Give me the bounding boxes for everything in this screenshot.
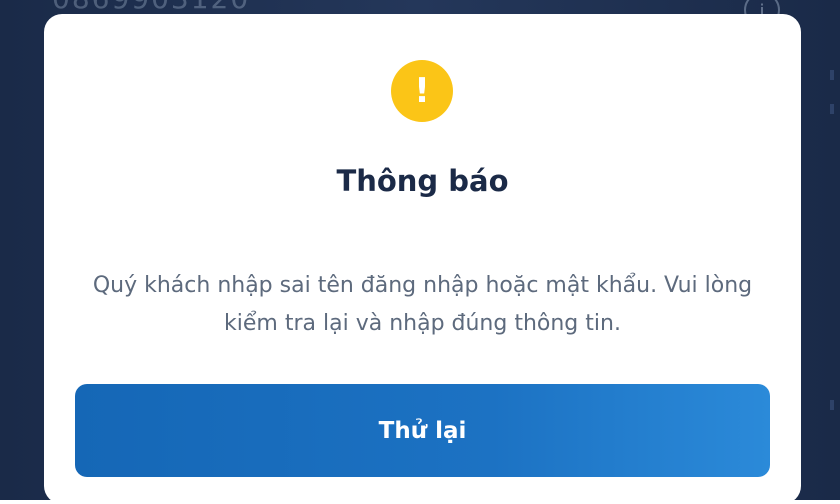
retry-button-label: Thử lại [378, 417, 467, 444]
exclamation-icon: ! [391, 60, 453, 122]
side-tick-mark [830, 400, 834, 410]
dialog-message: Quý khách nhập sai tên đăng nhập hoặc mậ… [92, 273, 753, 336]
dialog-title: Thông báo [336, 164, 509, 198]
retry-button[interactable]: Thử lại [75, 384, 770, 477]
background-phone-number: 0869903120 [52, 0, 250, 15]
alert-dialog: ! Thông báo Quý khách nhập sai tên đăng … [44, 14, 801, 504]
side-tick-mark [830, 70, 834, 80]
side-tick-mark [830, 104, 834, 114]
